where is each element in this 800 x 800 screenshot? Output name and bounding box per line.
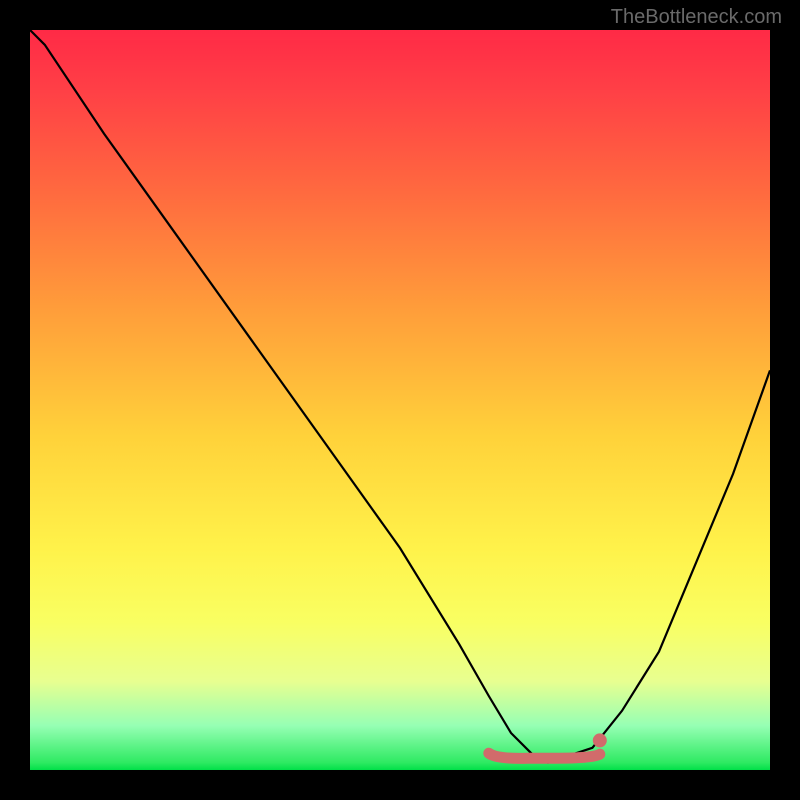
bottleneck-curve xyxy=(30,30,770,763)
chart-overlay xyxy=(30,30,770,770)
flat-segment-end-dot xyxy=(593,733,607,747)
plot-area xyxy=(30,30,770,770)
watermark-text: TheBottleneck.com xyxy=(611,6,782,29)
flat-segment xyxy=(489,753,600,758)
